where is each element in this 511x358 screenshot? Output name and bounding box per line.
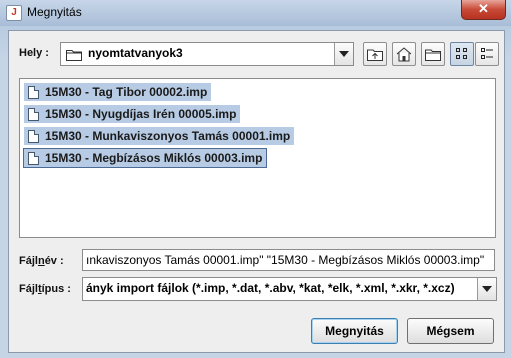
list-item[interactable]: 15M30 - Tag Tibor 00002.imp [24, 83, 212, 101]
cancel-button[interactable]: Mégsem [407, 318, 494, 344]
file-icon [28, 107, 39, 121]
location-label: Hely : [19, 47, 49, 59]
filename-input[interactable]: ınkaviszonyos Tamás 00001.imp" "15M30 - … [82, 249, 495, 271]
title-bar[interactable]: J Megnyitás ✕ [0, 0, 511, 26]
folder-up-icon [367, 49, 383, 61]
details-view-icon [481, 48, 493, 59]
location-value: nyomtatvanyok3 [88, 46, 183, 60]
new-folder-icon [425, 49, 441, 61]
file-icon [28, 85, 39, 99]
file-icon [28, 129, 39, 143]
new-folder-button[interactable] [421, 42, 445, 66]
window-title: Megnyitás [27, 5, 82, 19]
location-combo[interactable]: nyomtatvanyok3 [60, 42, 354, 66]
file-name: 15M30 - Tag Tibor 00002.imp [45, 85, 208, 99]
list-item[interactable]: 15M30 - Megbízásos Miklós 00003.imp [22, 148, 268, 168]
filename-label: Fájlnév : [19, 255, 64, 267]
java-app-icon: J [6, 5, 22, 21]
home-icon [396, 46, 412, 61]
details-view-button[interactable] [475, 42, 499, 66]
list-item[interactable]: 15M30 - Munkaviszonyos Tamás 00001.imp [24, 127, 295, 145]
dialog-window: J Megnyitás ✕ Hely : nyomtatvanyok3 15M3… [0, 0, 511, 358]
dialog-content: Hely : nyomtatvanyok3 15M30 - Tag Tibor … [8, 30, 505, 353]
filetype-dropdown-arrow[interactable] [477, 278, 496, 300]
file-name: 15M30 - Megbízásos Miklós 00003.imp [45, 151, 263, 165]
filetype-label: Fájltípus : [19, 283, 71, 295]
open-button[interactable]: Megnyitás [311, 318, 398, 344]
list-item[interactable]: 15M30 - Nyugdíjas Irén 00005.imp [24, 105, 241, 123]
folder-icon [66, 48, 82, 64]
close-button[interactable]: ✕ [461, 0, 506, 20]
home-button[interactable] [392, 42, 416, 66]
filetype-combo[interactable]: ányk import fájlok (*.imp, *.dat, *.abv,… [82, 277, 497, 301]
file-icon [28, 151, 39, 165]
file-list[interactable]: 15M30 - Tag Tibor 00002.imp 15M30 - Nyug… [19, 78, 496, 238]
file-name: 15M30 - Nyugdíjas Irén 00005.imp [45, 107, 237, 121]
list-view-icon [456, 48, 467, 59]
location-dropdown-arrow[interactable] [334, 43, 353, 65]
up-one-level-button[interactable] [363, 42, 387, 66]
file-name: 15M30 - Munkaviszonyos Tamás 00001.imp [45, 129, 291, 143]
filetype-value: ányk import fájlok (*.imp, *.dat, *.abv,… [86, 281, 455, 295]
list-view-button[interactable] [450, 42, 474, 66]
